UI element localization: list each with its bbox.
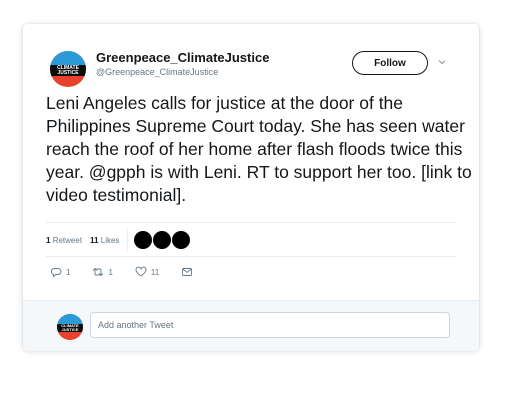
stats-separator	[127, 229, 129, 251]
add-tweet-input[interactable]	[90, 312, 450, 338]
like-count: 11	[150, 267, 160, 277]
retweet-count: 1	[108, 267, 113, 277]
retweet-action[interactable]: 1	[92, 266, 113, 278]
divider-top	[46, 222, 456, 223]
retweet-stat-label: Retweet	[52, 235, 83, 245]
like-action[interactable]: 11	[135, 266, 159, 278]
avatar-logo-text: CLIMATE JUSTICE	[50, 64, 86, 77]
reply-count: 1	[66, 267, 71, 277]
reply-action[interactable]: 1	[50, 266, 70, 278]
likes-stat[interactable]: 11 Likes	[90, 236, 119, 245]
liker-avatar[interactable]	[153, 231, 172, 249]
liker-avatar[interactable]	[172, 231, 191, 249]
liker-avatar[interactable]	[134, 231, 153, 249]
tweet-stats: 1 Retweet 11 Likes	[46, 225, 191, 255]
likes-stat-label: Likes	[100, 235, 120, 245]
author-handle[interactable]: @Greenpeace_ClimateJustice	[96, 67, 218, 77]
retweet-stat-count: 1	[46, 235, 51, 245]
retweet-stat[interactable]: 1 Retweet	[46, 236, 82, 245]
reply-icon	[51, 268, 62, 277]
retweet-icon	[93, 267, 104, 277]
tweet-text: Leni Angeles calls for justice at the do…	[46, 93, 472, 205]
follow-button[interactable]: Follow	[352, 51, 428, 75]
author-display-name[interactable]: Greenpeace_ClimateJustice	[96, 50, 269, 65]
author-avatar[interactable]: CLIMATE JUSTICE	[50, 51, 86, 87]
avatar-logo-text: CLIMATE JUSTICE	[57, 323, 83, 332]
likes-stat-count: 11	[90, 235, 99, 245]
heart-icon	[135, 266, 147, 277]
chevron-down-icon[interactable]	[437, 57, 447, 67]
likers-avatars	[134, 231, 191, 249]
dm-action[interactable]	[181, 266, 197, 278]
current-user-avatar[interactable]: CLIMATE JUSTICE	[57, 314, 83, 340]
divider-bottom	[46, 256, 456, 257]
tweet-actions: 1 1 11	[50, 265, 219, 279]
tweet-card: CLIMATE JUSTICE Greenpeace_ClimateJustice…	[23, 24, 479, 351]
envelope-icon	[182, 268, 193, 276]
